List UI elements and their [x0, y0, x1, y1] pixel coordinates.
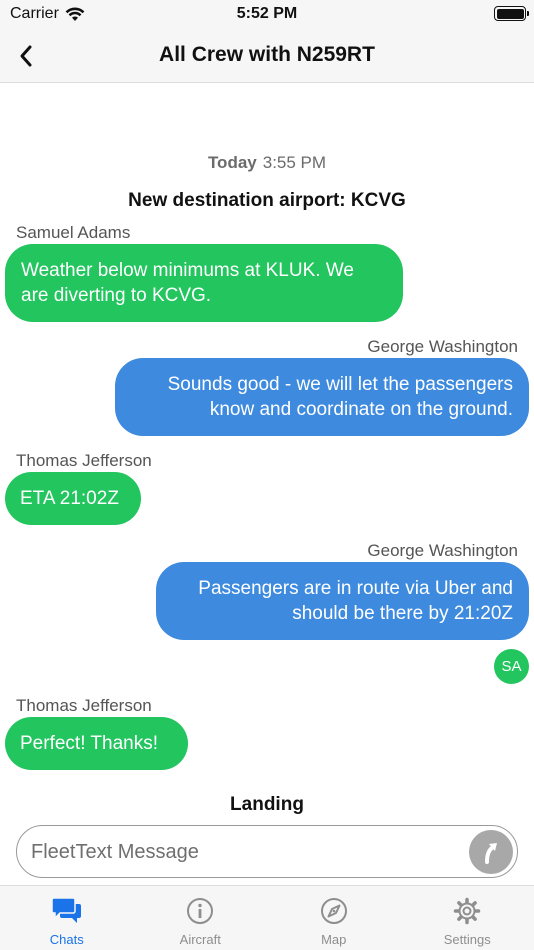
- navigation-bar: All Crew with N259RT: [0, 28, 534, 83]
- info-circle-icon: [185, 896, 215, 926]
- battery-icon: [494, 6, 529, 21]
- tab-bar: Chats Aircraft Map Settings: [0, 885, 534, 950]
- message-sender: Thomas Jefferson: [16, 451, 152, 470]
- message-line: Perfect! Thanks!: [20, 733, 158, 754]
- status-bar: Carrier 5:52 PM: [0, 0, 534, 28]
- message-line: Sounds good - we will let the passengers: [167, 374, 513, 395]
- read-receipt-avatar: SA: [494, 649, 529, 684]
- message-input[interactable]: [31, 834, 461, 870]
- chat-bubbles-icon: [51, 896, 82, 926]
- tab-chats[interactable]: Chats: [0, 886, 134, 950]
- message-line: are diverting to KCVG.: [21, 285, 212, 306]
- send-arrow-icon: [485, 843, 497, 864]
- message-bubble-outgoing[interactable]: Sounds good - we will let the passengers…: [115, 358, 529, 436]
- tab-label: Settings: [443, 932, 491, 947]
- message-line: Passengers are in route via Uber and: [198, 578, 513, 599]
- date-time: 3:55 PM: [262, 153, 327, 172]
- date-separator: Today 3:55 PM: [0, 153, 534, 173]
- status-time: 5:52 PM: [236, 5, 298, 22]
- message-composer: [16, 825, 518, 878]
- page-title: All Crew with N259RT: [159, 43, 375, 66]
- chat-thread[interactable]: Today 3:55 PM New destination airport: KC…: [0, 83, 534, 823]
- tab-map[interactable]: Map: [267, 886, 401, 950]
- event-destination-change: New destination airport: KCVG: [128, 190, 406, 211]
- tab-settings[interactable]: Settings: [401, 886, 534, 950]
- tab-label: Aircraft: [179, 932, 221, 947]
- date-day: Today: [207, 153, 257, 172]
- battery-fill: [496, 8, 524, 19]
- message-sender: George Washington: [367, 337, 518, 356]
- tab-label: Chats: [49, 932, 84, 947]
- message-sender: George Washington: [367, 541, 518, 560]
- message-line: should be there by 21:20Z: [292, 603, 513, 624]
- compass-icon: [319, 896, 349, 926]
- message-line: ETA 21:02Z: [20, 488, 119, 509]
- tab-aircraft[interactable]: Aircraft: [134, 886, 268, 950]
- send-button[interactable]: [469, 830, 513, 874]
- tab-label: Map: [321, 932, 347, 947]
- message-bubble-outgoing[interactable]: Passengers are in route via Uber and sho…: [156, 562, 529, 640]
- event-landing: Landing: [230, 794, 304, 815]
- gear-icon: [452, 896, 482, 926]
- message-line: know and coordinate on the ground.: [209, 399, 513, 420]
- message-line: Weather below minimums at KLUK. We: [21, 260, 354, 281]
- message-sender: Samuel Adams: [16, 223, 131, 242]
- message-sender: Thomas Jefferson: [16, 696, 152, 715]
- message-bubble-incoming[interactable]: Perfect! Thanks!: [5, 717, 188, 770]
- message-bubble-incoming[interactable]: ETA 21:02Z: [5, 472, 141, 525]
- message-bubble-incoming[interactable]: Weather below minimums at KLUK. We are d…: [5, 244, 403, 322]
